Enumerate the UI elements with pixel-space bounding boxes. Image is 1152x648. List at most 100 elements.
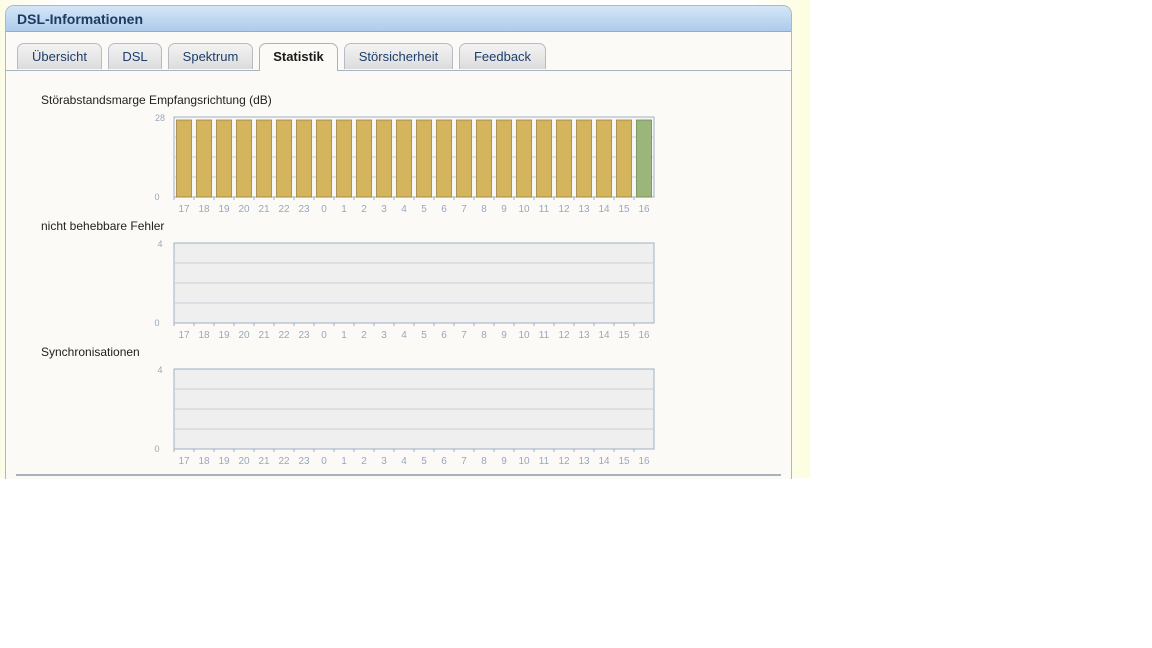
bar [376, 119, 392, 198]
chart-title-synchronizations: Synchronisationen [41, 345, 140, 359]
tab-bar: Übersicht DSL Statistik Spektrum Störsic… [6, 43, 791, 71]
x-tick-label: 14 [598, 330, 610, 341]
x-tick-label: 2 [361, 330, 367, 341]
bar [556, 119, 572, 198]
bar [396, 119, 412, 198]
bar [576, 119, 592, 198]
panel-header: DSL-Informationen [6, 6, 791, 32]
x-tick-label: 18 [198, 204, 210, 215]
x-tick-label: 14 [598, 204, 610, 215]
tab-uebersicht[interactable]: Übersicht [17, 43, 102, 69]
x-tick-label: 15 [618, 456, 630, 467]
x-tick-label: 21 [258, 204, 270, 215]
chart-title-uncorrectable-errors: nicht behebbare Fehler [41, 219, 165, 233]
x-tick-label: 22 [278, 204, 290, 215]
y-tick-label: 4 [157, 365, 162, 375]
bar [276, 119, 292, 198]
tab-feedback[interactable]: Feedback [459, 43, 546, 69]
x-tick-label: 7 [461, 456, 467, 467]
x-tick-label: 13 [578, 456, 590, 467]
tab-stoersicherheit[interactable]: Störsicherheit [344, 43, 453, 69]
x-tick-label: 21 [258, 330, 270, 341]
tab-spektrum[interactable]: Spektrum [168, 43, 253, 69]
x-tick-label: 7 [461, 204, 467, 215]
x-tick-label: 19 [218, 456, 230, 467]
tab-statistik[interactable]: Statistik [259, 43, 338, 71]
x-tick-label: 23 [298, 330, 310, 341]
x-tick-label: 23 [298, 204, 310, 215]
bar [616, 119, 632, 198]
x-tick-label: 8 [481, 456, 487, 467]
x-tick-label: 11 [539, 204, 550, 215]
x-tick-label: 3 [381, 330, 387, 341]
x-tick-label: 13 [578, 204, 590, 215]
x-tick-label: 12 [558, 330, 570, 341]
y-tick-label: 0 [154, 318, 159, 328]
x-tick-label: 8 [481, 204, 487, 215]
x-tick-label: 12 [558, 456, 570, 467]
bar [496, 119, 512, 198]
x-tick-label: 2 [361, 204, 367, 215]
y-tick-label: 28 [155, 113, 165, 123]
x-tick-label: 0 [321, 330, 327, 341]
x-tick-label: 2 [361, 456, 367, 467]
bar [316, 119, 332, 198]
uncorrectable-errors-chart: 4017 18 19 20 21 22 23 0 1 2 3 4 5 6 7 8 9 10 11 12 13 14 15 16 [154, 239, 655, 341]
chart-title-snr-margin: Störabstandsmarge Empfangsrichtung (dB) [41, 93, 272, 107]
x-tick-label: 13 [578, 330, 590, 341]
bar [216, 119, 232, 198]
x-tick-label: 22 [278, 330, 290, 341]
x-tick-label: 21 [258, 456, 270, 467]
bar [176, 119, 192, 198]
bar [636, 119, 652, 198]
bar [336, 119, 352, 198]
x-tick-label: 14 [598, 456, 610, 467]
x-tick-label: 20 [238, 456, 250, 467]
x-tick-label: 1 [341, 456, 347, 467]
bar [236, 119, 252, 198]
x-tick-label: 16 [638, 330, 650, 341]
x-tick-label: 9 [501, 204, 507, 215]
x-tick-label: 15 [618, 330, 630, 341]
bar [456, 119, 472, 198]
x-tick-label: 3 [381, 204, 387, 215]
bar [596, 119, 612, 198]
x-tick-label: 4 [401, 204, 407, 215]
x-tick-label: 20 [238, 204, 250, 215]
x-tick-label: 1 [341, 330, 347, 341]
x-tick-label: 12 [558, 204, 570, 215]
x-tick-label: 7 [461, 330, 467, 341]
bar [516, 119, 532, 198]
x-tick-label: 10 [518, 456, 530, 467]
x-tick-label: 4 [401, 456, 407, 467]
y-tick-label: 4 [157, 239, 162, 249]
x-tick-label: 5 [421, 330, 427, 341]
x-tick-label: 10 [518, 330, 530, 341]
x-tick-label: 9 [501, 456, 507, 467]
x-tick-label: 6 [441, 330, 447, 341]
x-tick-label: 11 [539, 456, 550, 467]
x-tick-label: 0 [321, 456, 327, 467]
tab-dsl[interactable]: DSL [108, 43, 162, 69]
x-tick-label: 16 [638, 456, 650, 467]
bar [356, 119, 372, 198]
x-tick-label: 15 [618, 204, 630, 215]
x-tick-label: 16 [638, 204, 650, 215]
x-tick-label: 19 [218, 204, 230, 215]
x-tick-label: 6 [441, 204, 447, 215]
bar [196, 119, 212, 198]
x-tick-label: 10 [518, 204, 530, 215]
synchronizations-chart: 4017 18 19 20 21 22 23 0 1 2 3 4 5 6 7 8 9 10 11 12 13 14 15 16 [154, 365, 655, 467]
x-tick-label: 11 [539, 330, 550, 341]
dsl-info-panel: DSL-Informationen Übersicht DSL Statisti… [5, 5, 792, 479]
x-tick-label: 22 [278, 456, 290, 467]
x-tick-label: 9 [501, 330, 507, 341]
bar [476, 119, 492, 198]
x-tick-label: 5 [421, 204, 427, 215]
x-tick-label: 17 [178, 204, 190, 215]
x-tick-label: 1 [341, 204, 347, 215]
x-tick-label: 17 [178, 330, 190, 341]
x-tick-label: 17 [178, 456, 190, 467]
x-tick-label: 5 [421, 456, 427, 467]
x-tick-label: 6 [441, 456, 447, 467]
